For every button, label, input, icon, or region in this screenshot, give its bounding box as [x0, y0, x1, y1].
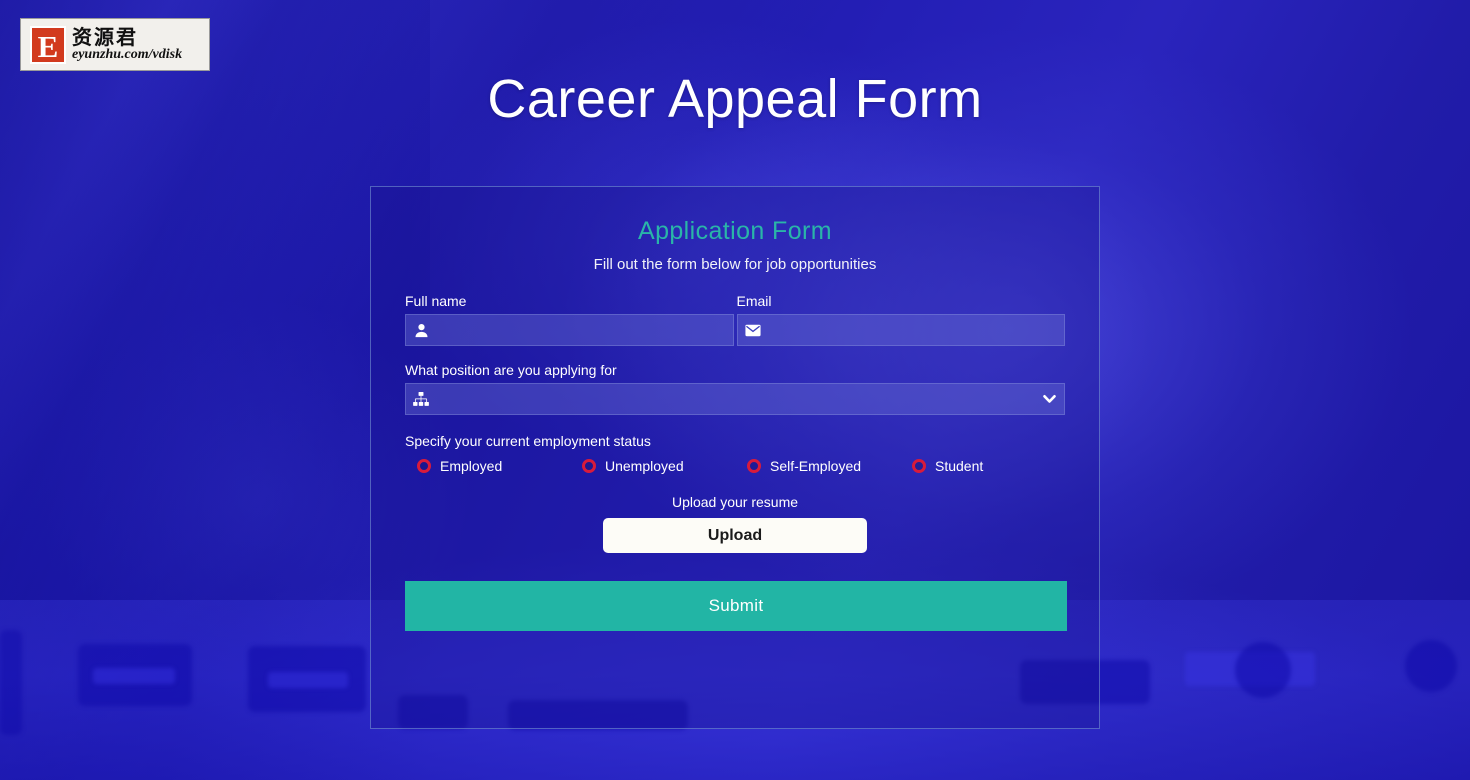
email-field-group: Email [736, 293, 1065, 346]
email-input-wrapper[interactable] [736, 314, 1065, 346]
radio-student[interactable]: Student [900, 458, 1065, 474]
full-name-field-group: Full name [405, 293, 734, 346]
position-label: What position are you applying for [405, 362, 617, 378]
radio-student-dot[interactable] [912, 459, 926, 473]
radio-employed-dot[interactable] [417, 459, 431, 473]
upload-button[interactable]: Upload [603, 518, 867, 553]
resume-upload-button-wrapper: Upload [405, 518, 1065, 553]
radio-self-employed[interactable]: Self-Employed [735, 458, 900, 474]
radio-student-label: Student [935, 458, 984, 474]
radio-self-employed-label: Self-Employed [770, 458, 862, 474]
full-name-input[interactable] [436, 315, 733, 345]
form-subtitle: Fill out the form below for job opportun… [593, 256, 877, 273]
full-name-label: Full name [405, 293, 467, 309]
submit-button[interactable]: Submit [405, 581, 1067, 631]
form-heading: Application Form [638, 217, 832, 245]
email-label: Email [736, 293, 772, 309]
watermark-text: 资源君 eyunzhu.com/vdisk [72, 27, 182, 62]
radio-employed-label: Employed [440, 458, 503, 474]
position-select[interactable] [436, 384, 1064, 414]
resume-upload-label: Upload your resume [671, 494, 799, 510]
user-icon [406, 323, 436, 338]
radio-self-employed-dot[interactable] [747, 459, 761, 473]
radio-employed[interactable]: Employed [405, 458, 570, 474]
page-title: Career Appeal Form [487, 69, 983, 129]
sitemap-icon [406, 392, 436, 406]
employment-status-label: Specify your current employment status [405, 433, 651, 449]
position-select-wrapper[interactable] [405, 383, 1065, 415]
name-email-row: Full name Email [405, 293, 1065, 346]
employment-status-radio-group: Employed Unemployed Self-Employed Studen… [405, 458, 1065, 474]
full-name-input-wrapper[interactable] [405, 314, 734, 346]
application-form-card: Application Form Fill out the form below… [370, 186, 1100, 729]
radio-unemployed-label: Unemployed [605, 458, 684, 474]
watermark-brand-name: 资源君 [72, 25, 138, 49]
envelope-icon [738, 324, 768, 337]
email-input[interactable] [767, 315, 1064, 345]
watermark-logo: E 资源君 eyunzhu.com/vdisk [20, 18, 210, 71]
radio-unemployed[interactable]: Unemployed [570, 458, 735, 474]
watermark-letter-badge: E [30, 25, 66, 64]
radio-unemployed-dot[interactable] [582, 459, 596, 473]
watermark-url: eyunzhu.com/vdisk [72, 47, 183, 62]
